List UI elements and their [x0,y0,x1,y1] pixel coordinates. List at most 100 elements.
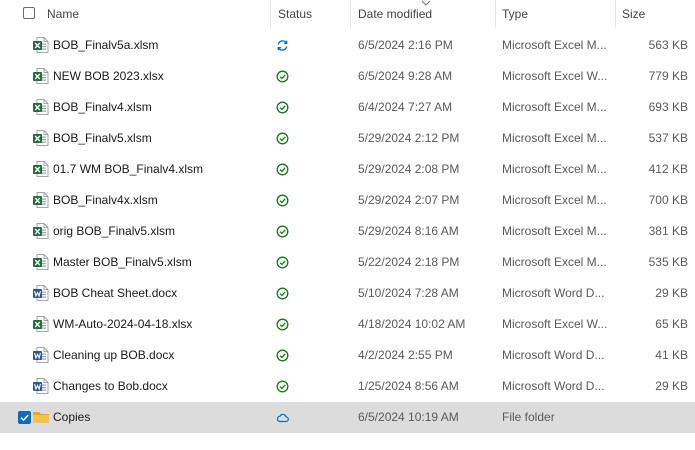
file-row[interactable]: NEW BOB 2023.xlsx 6/5/2024 9:28 AM Micros… [0,61,695,92]
file-row[interactable]: Changes to Bob.docx 1/25/2024 8:56 AM Mic… [0,371,695,402]
file-list: BOB_Finalv5a.xlsm 6/5/2024 2:16 PM Micros… [0,30,695,433]
folder-icon [32,408,50,426]
file-size: 563 KB [648,38,688,52]
word-file-icon [32,377,50,395]
synced-check-icon [276,70,289,83]
file-row[interactable]: 01.7 WM BOB_Finalv4.xlsm 5/29/2024 2:08 … [0,154,695,185]
column-divider[interactable] [350,0,351,28]
column-divider[interactable] [495,0,496,28]
date-modified: 5/29/2024 2:08 PM [358,162,460,176]
synced-check-icon [276,225,289,238]
column-header-name[interactable]: Name [47,7,79,21]
date-modified: 1/25/2024 8:56 AM [358,379,459,393]
word-file-icon [32,346,50,364]
date-modified: 5/29/2024 2:07 PM [358,193,460,207]
file-row[interactable]: BOB_Finalv5.xlsm 5/29/2024 2:12 PM Micros… [0,123,695,154]
row-checkbox-checked[interactable] [18,411,31,424]
column-header-type[interactable]: Type [502,7,528,21]
excel-file-icon [32,222,50,240]
folder-row[interactable]: Copies 6/5/2024 10:19 AM File folder [0,402,695,433]
date-modified: 5/29/2024 8:16 AM [358,224,459,238]
word-file-icon [32,284,50,302]
syncing-icon [276,39,289,52]
file-name: Copies [53,410,91,424]
file-size: 779 KB [648,69,688,83]
date-modified: 5/29/2024 2:12 PM [358,131,460,145]
excel-file-icon [32,129,50,147]
file-type: Microsoft Word D... [502,348,605,362]
file-size: 41 KB [655,348,688,362]
file-row[interactable]: BOB_Finalv5a.xlsm 6/5/2024 2:16 PM Micros… [0,30,695,61]
file-type: File folder [502,410,555,424]
excel-file-icon [32,98,50,116]
chevron-down-icon [421,0,431,6]
date-modified: 5/22/2024 2:18 PM [358,255,460,269]
file-row[interactable]: Master BOB_Finalv5.xlsm 5/22/2024 2:18 P… [0,247,695,278]
column-header-status[interactable]: Status [278,7,312,21]
synced-check-icon [276,132,289,145]
file-name: Changes to Bob.docx [53,379,168,393]
file-size: 537 KB [648,131,688,145]
file-type: Microsoft Excel M... [502,224,607,238]
date-modified: 6/5/2024 9:28 AM [358,69,453,83]
file-row[interactable]: BOB_Finalv4x.xlsm 5/29/2024 2:07 PM Micro… [0,185,695,216]
file-row[interactable]: BOB Cheat Sheet.docx 5/10/2024 7:28 AM Mi… [0,278,695,309]
file-row[interactable]: orig BOB_Finalv5.xlsm 5/29/2024 8:16 AM M… [0,216,695,247]
select-all-checkbox[interactable] [23,7,35,19]
excel-file-icon [32,160,50,178]
file-type: Microsoft Excel M... [502,100,607,114]
excel-file-icon [32,315,50,333]
file-size: 693 KB [648,100,688,114]
file-size: 412 KB [648,162,688,176]
date-modified: 6/5/2024 2:16 PM [358,38,453,52]
file-name: BOB_Finalv4x.xlsm [53,193,158,207]
file-size: 29 KB [655,379,688,393]
column-divider[interactable] [615,0,616,28]
synced-check-icon [276,163,289,176]
file-type: Microsoft Excel M... [502,131,607,145]
excel-file-icon [32,253,50,271]
file-type: Microsoft Excel W... [502,69,608,83]
column-divider[interactable] [270,0,271,28]
excel-file-icon [32,67,50,85]
file-name: WM-Auto-2024-04-18.xlsx [53,317,193,331]
file-name: BOB Cheat Sheet.docx [53,286,178,300]
date-modified: 6/4/2024 7:27 AM [358,100,453,114]
column-header-size[interactable]: Size [622,7,645,21]
file-name: BOB_Finalv5a.xlsm [53,38,159,52]
file-type: Microsoft Word D... [502,379,605,393]
file-type: Microsoft Excel W... [502,317,608,331]
file-name: 01.7 WM BOB_Finalv4.xlsm [53,162,204,176]
checkmark-icon [20,414,29,422]
file-type: Microsoft Excel M... [502,193,607,207]
file-name: BOB_Finalv5.xlsm [53,131,152,145]
date-modified: 4/2/2024 2:55 PM [358,348,453,362]
date-modified: 5/10/2024 7:28 AM [358,286,459,300]
excel-file-icon [32,36,50,54]
synced-check-icon [276,256,289,269]
file-name: BOB_Finalv4.xlsm [53,100,152,114]
column-header-row: Name Status Date modified Type Size [0,0,695,28]
cloud-icon [276,411,289,424]
file-size: 535 KB [648,255,688,269]
excel-file-icon [32,191,50,209]
date-modified: 6/5/2024 10:19 AM [358,410,459,424]
file-name: NEW BOB 2023.xlsx [53,69,164,83]
synced-check-icon [276,318,289,331]
column-header-date-modified[interactable]: Date modified [358,7,432,21]
file-size: 65 KB [655,317,688,331]
file-name: Cleaning up BOB.docx [53,348,175,362]
file-type: Microsoft Excel M... [502,162,607,176]
date-modified: 4/18/2024 10:02 AM [358,317,466,331]
synced-check-icon [276,194,289,207]
synced-check-icon [276,287,289,300]
file-row[interactable]: Cleaning up BOB.docx 4/2/2024 2:55 PM Mic… [0,340,695,371]
synced-check-icon [276,349,289,362]
file-type: Microsoft Word D... [502,286,605,300]
file-name: Master BOB_Finalv5.xlsm [53,255,192,269]
synced-check-icon [276,380,289,393]
file-row[interactable]: WM-Auto-2024-04-18.xlsx 4/18/2024 10:02 … [0,309,695,340]
file-row[interactable]: BOB_Finalv4.xlsm 6/4/2024 7:27 AM Microso… [0,92,695,123]
file-name: orig BOB_Finalv5.xlsm [53,224,176,238]
file-size: 381 KB [648,224,688,238]
